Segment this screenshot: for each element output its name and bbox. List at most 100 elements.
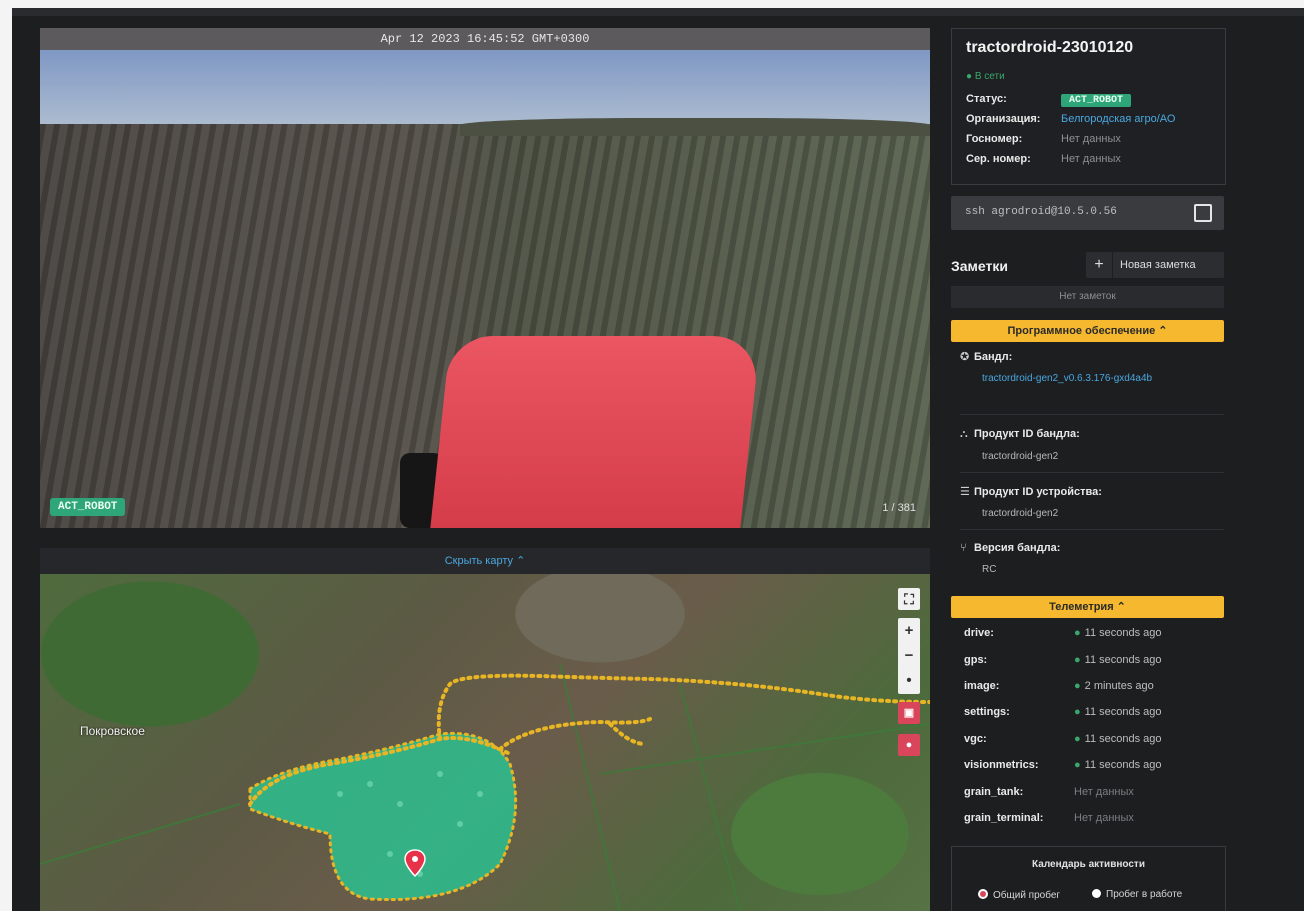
telemetry-row-grain-tank: grain_tank: Нет данных: [964, 786, 1224, 798]
telemetry-row-grain-terminal: grain_terminal: Нет данных: [964, 812, 1224, 824]
status-badge: ACT_ROBOT: [1061, 94, 1132, 107]
ssh-command-box[interactable]: ssh agrodroid@10.5.0.56: [951, 196, 1224, 230]
online-status: ● В сети: [966, 71, 1005, 82]
plate-label: Госномер:: [966, 133, 1023, 145]
telemetry-key: grain_terminal:: [964, 812, 1044, 824]
legend-total-icon: [978, 889, 988, 899]
app-window: Apr 12 2023 16:45:52 GMT+0300 ACT_ROBOT …: [12, 8, 1304, 911]
new-note-button[interactable]: + Новая заметка: [1086, 252, 1224, 278]
top-strip: [12, 8, 1304, 16]
map-place-label: Покровское: [80, 724, 145, 738]
image-layer-icon[interactable]: ▣: [898, 702, 920, 724]
notes-empty-state: Нет заметок: [951, 286, 1224, 308]
telemetry-value: 11 seconds ago: [1084, 733, 1162, 745]
telemetry-key: image:: [964, 680, 1000, 692]
organization-link[interactable]: Белгородская агро/АО: [1061, 113, 1175, 125]
coverage-area: [250, 733, 516, 900]
status-dot-icon: ●: [1074, 706, 1081, 718]
software-item-bundle: ✪ Бандл: tractordroid-gen2_v0.6.3.176-gxd…: [960, 350, 1224, 415]
camera-view[interactable]: Apr 12 2023 16:45:52 GMT+0300 ACT_ROBOT …: [40, 28, 930, 528]
status-dot-icon: ●: [1074, 759, 1081, 771]
zoom-in-button[interactable]: +: [898, 618, 920, 643]
comment-layer-icon[interactable]: ●: [898, 734, 920, 756]
bundle-value-link[interactable]: tractordroid-gen2_v0.6.3.176-gxd4a4b: [982, 371, 1224, 386]
serial-value: Нет данных: [1061, 153, 1121, 165]
device-info-card: tractordroid-23010120 ● В сети Статус: AC…: [951, 28, 1226, 185]
plate-row: Госномер: Нет данных: [966, 133, 1121, 145]
software-item-bundle-product: ⛬ Продукт ID бандла: tractordroid-gen2: [960, 428, 1224, 473]
bundle-label: Бандл:: [974, 351, 1013, 363]
camera-horizon: [460, 118, 930, 136]
organization-row: Организация: Белгородская агро/АО: [966, 113, 1175, 125]
legend-total-label: Общий пробег: [993, 890, 1061, 901]
branch-icon: ⑂: [960, 542, 967, 554]
reset-north-button[interactable]: •: [898, 668, 920, 693]
telemetry-key: visionmetrics:: [964, 759, 1039, 771]
status-label: Статус:: [966, 93, 1007, 105]
plus-icon: +: [1086, 252, 1113, 278]
legend-total-mileage[interactable]: Общий пробег: [978, 889, 1060, 901]
status-dot-icon: ●: [1074, 654, 1081, 666]
telemetry-value: Нет данных: [1074, 812, 1134, 824]
plate-value: Нет данных: [1061, 133, 1121, 145]
camera-frame-counter: 1 / 381: [882, 502, 916, 514]
organization-label: Организация:: [966, 113, 1041, 125]
telemetry-key: drive:: [964, 627, 994, 639]
zoom-control: + − •: [898, 618, 920, 694]
map-view[interactable]: Покровское ⛶ + − • ▣ ●: [40, 574, 930, 911]
new-note-label: Новая заметка: [1120, 259, 1196, 271]
telemetry-value: 11 seconds ago: [1084, 759, 1162, 771]
software-item-device-product: ☰ Продукт ID устройства: tractordroid-gen…: [960, 485, 1224, 530]
telemetry-row-image: image: ● 2 minutes ago: [964, 680, 1224, 692]
software-item-bundle-version: ⑂ Версия бандла: RC: [960, 542, 1224, 584]
telemetry-row-gps: gps: ● 11 seconds ago: [964, 654, 1224, 666]
telemetry-value: 2 minutes ago: [1084, 680, 1154, 692]
map-overlay: [40, 663, 930, 911]
copy-icon[interactable]: [1194, 204, 1212, 222]
telemetry-key: settings:: [964, 706, 1010, 718]
telemetry-value: Нет данных: [1074, 786, 1134, 798]
telemetry-row-visionmetrics: visionmetrics: ● 11 seconds ago: [964, 759, 1224, 771]
activity-calendar: Календарь активности Общий пробег Пробег…: [951, 846, 1226, 911]
hide-map-toggle[interactable]: Скрыть карту ⌃: [40, 548, 930, 574]
telemetry-row-settings: settings: ● 11 seconds ago: [964, 706, 1224, 718]
fullscreen-icon[interactable]: ⛶: [898, 588, 920, 610]
notes-title: Заметки: [951, 258, 1008, 274]
legend-work-mileage[interactable]: Пробег в работе: [1092, 889, 1182, 900]
telemetry-key: grain_tank:: [964, 786, 1024, 798]
product-bundle-icon: ⛬: [960, 428, 968, 440]
tractor-hood: [429, 336, 761, 528]
telemetry-value: 11 seconds ago: [1084, 706, 1162, 718]
status-dot-icon: ●: [1074, 680, 1081, 692]
status-dot-icon: ●: [1074, 627, 1081, 639]
zoom-out-button[interactable]: −: [898, 643, 920, 668]
telemetry-key: vgc:: [964, 733, 987, 745]
camera-mode-badge: ACT_ROBOT: [50, 498, 126, 516]
device-product-icon: ☰: [960, 486, 970, 498]
bundle-version-value: RC: [982, 564, 997, 575]
camera-timestamp: Apr 12 2023 16:45:52 GMT+0300: [40, 28, 930, 50]
bundle-product-value: tractordroid-gen2: [982, 451, 1059, 462]
calendar-title: Календарь активности: [1032, 859, 1145, 870]
bundle-product-label: Продукт ID бандла:: [974, 428, 1080, 440]
software-section-toggle[interactable]: Программное обеспечение ⌃: [951, 320, 1224, 342]
status-row: Статус: ACT_ROBOT: [966, 93, 1132, 107]
device-product-value: tractordroid-gen2: [982, 508, 1059, 519]
ssh-command: ssh agrodroid@10.5.0.56: [965, 206, 1117, 218]
serial-row: Сер. номер: Нет данных: [966, 153, 1121, 165]
telemetry-section-toggle[interactable]: Телеметрия ⌃: [951, 596, 1224, 618]
telemetry-key: gps:: [964, 654, 988, 666]
telemetry-value: 11 seconds ago: [1084, 654, 1162, 666]
camera-sky: [40, 50, 930, 128]
serial-label: Сер. номер:: [966, 153, 1031, 165]
device-product-label: Продукт ID устройства:: [974, 486, 1102, 498]
bundle-version-label: Версия бандла:: [974, 542, 1061, 554]
bundle-icon: ✪: [960, 351, 970, 363]
telemetry-row-drive: drive: ● 11 seconds ago: [964, 627, 1224, 639]
legend-work-label: Пробег в работе: [1106, 889, 1183, 900]
telemetry-row-vgc: vgc: ● 11 seconds ago: [964, 733, 1224, 745]
telemetry-value: 11 seconds ago: [1084, 627, 1162, 639]
legend-work-icon: [1092, 889, 1101, 898]
device-name: tractordroid-23010120: [966, 39, 1134, 56]
status-dot-icon: ●: [1074, 733, 1081, 745]
